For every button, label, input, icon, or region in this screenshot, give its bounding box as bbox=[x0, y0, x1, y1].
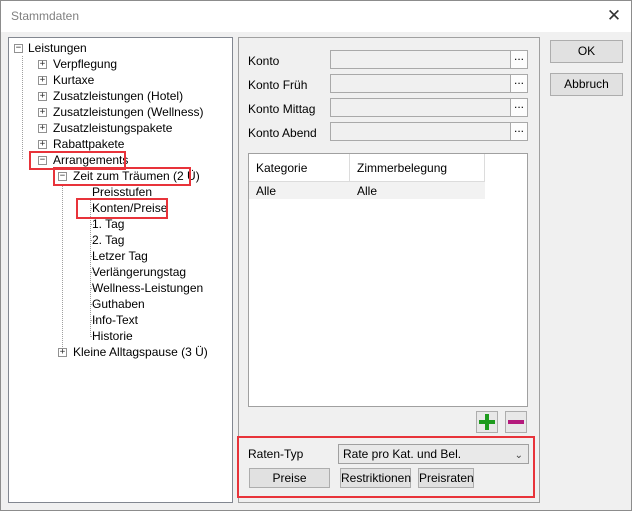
window-title: Stammdaten bbox=[11, 9, 80, 23]
restriktionen-button[interactable]: Restriktionen bbox=[340, 468, 411, 488]
expand-icon[interactable]: + bbox=[38, 76, 47, 85]
close-button[interactable]: ✕ bbox=[600, 4, 628, 28]
raten-typ-value: Rate pro Kat. und Bel. bbox=[343, 447, 462, 461]
tree-item-kurtaxe[interactable]: Kurtaxe bbox=[53, 73, 94, 87]
expand-icon[interactable]: + bbox=[38, 140, 47, 149]
highlight-box bbox=[53, 167, 191, 186]
preise-button[interactable]: Preise bbox=[249, 468, 330, 488]
tree-item-preisstufen[interactable]: Preisstufen bbox=[92, 185, 152, 199]
tree-line bbox=[62, 184, 63, 351]
tree-item-rabattpakete[interactable]: Rabattpakete bbox=[53, 137, 124, 151]
tree-item-zusatz-wellness[interactable]: Zusatzleistungen (Wellness) bbox=[53, 105, 204, 119]
expand-icon[interactable]: + bbox=[38, 92, 47, 101]
konto-frueh-field[interactable]: ... bbox=[330, 74, 528, 93]
expand-icon[interactable]: + bbox=[38, 60, 47, 69]
raten-typ-label: Raten-Typ bbox=[248, 447, 304, 461]
tree-item-info-text[interactable]: Info-Text bbox=[92, 313, 138, 327]
raten-typ-select[interactable]: Rate pro Kat. und Bel. ⌄ bbox=[338, 444, 529, 464]
tree-item-tag-2[interactable]: 2. Tag bbox=[92, 233, 124, 247]
table-cell-kategorie: Alle bbox=[256, 184, 277, 198]
konto-abend-label: Konto Abend bbox=[248, 126, 317, 140]
category-grid[interactable]: Kategorie Zimmerbelegung Alle Alle bbox=[248, 153, 528, 407]
tree-item-historie[interactable]: Historie bbox=[92, 329, 133, 343]
tree-item-guthaben[interactable]: Guthaben bbox=[92, 297, 145, 311]
add-button[interactable] bbox=[476, 411, 498, 433]
expand-icon[interactable]: + bbox=[38, 108, 47, 117]
tree-item-zusatzpakete[interactable]: Zusatzleistungspakete bbox=[53, 121, 172, 135]
table-cell-zimmerbelegung: Alle bbox=[357, 184, 378, 198]
column-header-kategorie[interactable]: Kategorie bbox=[249, 154, 350, 182]
tree-item-letzer-tag[interactable]: Letzer Tag bbox=[92, 249, 148, 263]
plus-icon bbox=[479, 414, 495, 430]
konto-field[interactable]: ... bbox=[330, 50, 528, 69]
tree-item-wellness-leistungen[interactable]: Wellness-Leistungen bbox=[92, 281, 203, 295]
chevron-down-icon: ⌄ bbox=[514, 450, 523, 461]
tree-line bbox=[22, 56, 23, 159]
konto-label: Konto bbox=[248, 54, 280, 68]
konto-mittag-label: Konto Mittag bbox=[248, 102, 316, 116]
tree-item-zusatz-hotel[interactable]: Zusatzleistungen (Hotel) bbox=[53, 89, 183, 103]
tree-item-kleine-alltagspause[interactable]: Kleine Alltagspause (3 Ü) bbox=[73, 345, 208, 359]
column-header-zimmerbelegung[interactable]: Zimmerbelegung bbox=[350, 154, 485, 182]
tree-line bbox=[90, 200, 91, 335]
expand-icon[interactable]: + bbox=[58, 348, 67, 357]
title-bar: Stammdaten ✕ bbox=[1, 1, 631, 32]
browse-button[interactable]: ... bbox=[510, 50, 527, 68]
browse-button[interactable]: ... bbox=[510, 74, 527, 92]
browse-button[interactable]: ... bbox=[510, 122, 527, 140]
browse-button[interactable]: ... bbox=[510, 98, 527, 116]
remove-button[interactable] bbox=[505, 411, 527, 433]
konto-mittag-field[interactable]: ... bbox=[330, 98, 528, 117]
tree-item-leistungen[interactable]: Leistungen bbox=[28, 41, 87, 55]
konto-frueh-label: Konto Früh bbox=[248, 78, 308, 92]
ok-button[interactable]: OK bbox=[550, 40, 623, 63]
konto-abend-field[interactable]: ... bbox=[330, 122, 528, 141]
tree-item-verpflegung[interactable]: Verpflegung bbox=[53, 57, 117, 71]
minus-icon bbox=[508, 420, 524, 424]
tree-item-tag-1[interactable]: 1. Tag bbox=[92, 217, 124, 231]
highlight-box bbox=[76, 198, 168, 219]
expand-icon[interactable]: + bbox=[38, 124, 47, 133]
preisraten-button[interactable]: Preisraten bbox=[418, 468, 474, 488]
tree-item-verlaengerungstag[interactable]: Verlängerungstag bbox=[92, 265, 186, 279]
cancel-button[interactable]: Abbruch bbox=[550, 73, 623, 96]
tree-view[interactable]: − Leistungen + Verpflegung + Kurtaxe + Z… bbox=[8, 37, 233, 503]
collapse-icon[interactable]: − bbox=[14, 44, 23, 53]
